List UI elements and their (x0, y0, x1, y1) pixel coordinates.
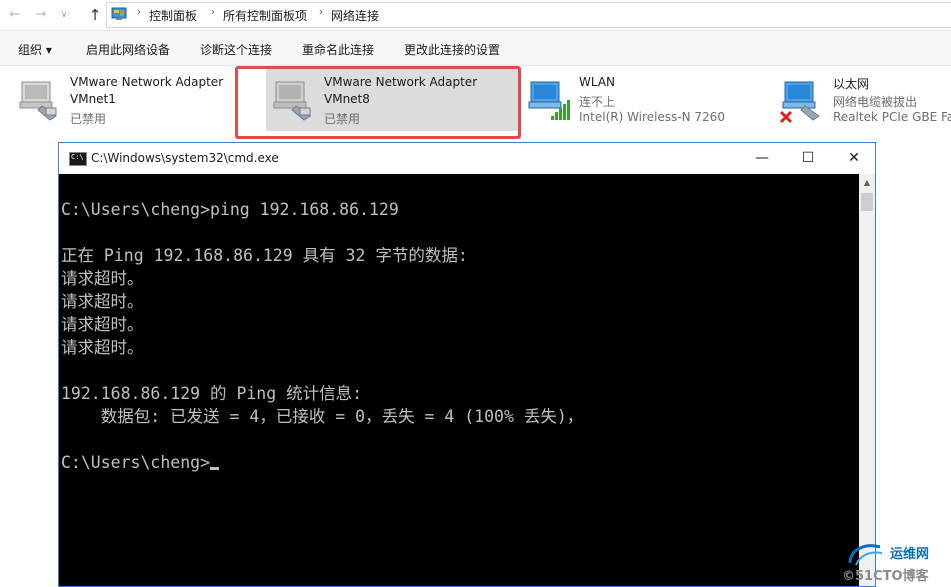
maximize-button[interactable]: ☐ (785, 143, 831, 174)
breadcrumb-separator: › (319, 7, 323, 18)
cmd-window-title: C:\Windows\system32\cmd.exe (91, 151, 279, 165)
up-arrow-icon[interactable]: ↑ (86, 6, 104, 24)
watermark-line2: ©51CTO博客 (842, 569, 929, 584)
diagnose-connection-button[interactable]: 诊断这个连接 (200, 41, 272, 58)
scroll-thumb[interactable] (861, 193, 873, 211)
adapter-device-name: VMnet1 (70, 92, 116, 106)
console-output: C:\Users\cheng>ping 192.168.86.129 正在 Pi… (61, 198, 583, 474)
forward-arrow-icon[interactable]: → (32, 6, 50, 24)
command-bar: 组织 ▾ 启用此网络设备 诊断这个连接 重命名此连接 更改此连接的设置 (0, 31, 951, 66)
wireless-adapter-icon (528, 81, 570, 120)
breadcrumb-separator: › (211, 7, 215, 18)
rename-connection-button[interactable]: 重命名此连接 (302, 41, 374, 58)
watermark-line1: 运维网 (890, 547, 930, 562)
adapter-wlan[interactable]: WLAN 连不上 Intel(R) Wireless-N 7260 (525, 70, 755, 132)
breadcrumb-network-connections[interactable]: 网络连接 (331, 7, 379, 24)
adapter-vmnet1[interactable]: VMware Network Adapter VMnet1 已禁用 (16, 70, 236, 132)
scroll-up-arrow-icon[interactable]: ▲ (859, 174, 875, 191)
back-arrow-icon[interactable]: ← (6, 6, 24, 24)
breadcrumb-control-panel[interactable]: 控制面板 (149, 7, 197, 24)
network-adapter-disabled-icon (19, 81, 57, 121)
cmd-window[interactable]: C:\ C:\Windows\system32\cmd.exe — ☐ ✕ C:… (58, 142, 876, 587)
cmd-app-icon: C:\ (69, 152, 87, 166)
address-input[interactable]: › 控制面板 › 所有控制面板项 › 网络连接 (106, 2, 951, 28)
cmd-titlebar[interactable]: C:\ C:\Windows\system32\cmd.exe — ☐ ✕ (59, 143, 875, 174)
address-bar: ← → ∨ ↑ › 控制面板 › 所有控制面板项 › 网络连接 (0, 0, 951, 31)
adapter-list: VMware Network Adapter VMnet1 已禁用 VMware… (0, 66, 951, 146)
breadcrumb-all-items[interactable]: 所有控制面板项 (223, 7, 307, 24)
adapter-name: VMware Network Adapter (70, 75, 224, 89)
adapter-status: 已禁用 (70, 112, 107, 126)
recent-locations-chevron-icon[interactable]: ∨ (55, 6, 73, 24)
breadcrumb-separator: › (137, 7, 141, 18)
adapter-device-name: Realtek PCIe GBE Fa (833, 110, 951, 124)
ethernet-adapter-unplugged-icon (779, 81, 820, 124)
adapter-name: 以太网 (833, 77, 870, 91)
cmd-icon-text: C:\ (71, 153, 84, 161)
text-cursor (210, 467, 220, 470)
adapter-ethernet[interactable]: 以太网 网络电缆被拔出 Realtek PCIe GBE Fa (779, 70, 951, 132)
adapter-device-name: Intel(R) Wireless-N 7260 (579, 110, 725, 124)
watermark: 运维网 ©51CTO博客 (840, 541, 951, 587)
red-highlight-box (235, 66, 521, 139)
vertical-scrollbar[interactable]: ▲ (859, 174, 875, 586)
enable-device-button[interactable]: 启用此网络设备 (86, 41, 170, 58)
organize-menu-button[interactable]: 组织 ▾ (18, 41, 52, 58)
change-settings-button[interactable]: 更改此连接的设置 (404, 41, 500, 58)
watermark-swirl-icon (848, 544, 883, 566)
adapter-status: 连不上 (579, 95, 616, 109)
console-text: C:\Users\cheng>ping 192.168.86.129 正在 Pi… (61, 200, 584, 472)
adapter-status: 网络电缆被拔出 (833, 95, 918, 109)
control-panel-icon (111, 7, 127, 20)
console-area[interactable]: C:\Users\cheng>ping 192.168.86.129 正在 Pi… (59, 174, 859, 586)
minimize-button[interactable]: — (739, 143, 785, 174)
close-button[interactable]: ✕ (831, 143, 877, 174)
adapter-name: WLAN (579, 75, 616, 89)
